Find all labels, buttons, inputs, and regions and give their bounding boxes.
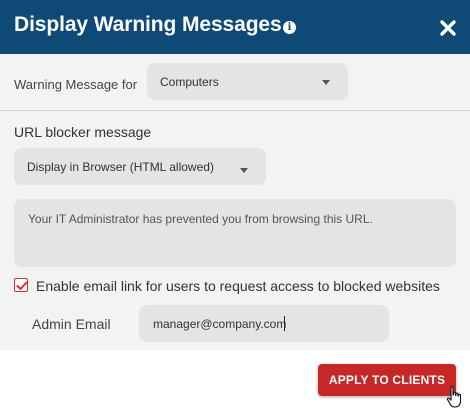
close-icon[interactable] — [438, 18, 458, 38]
dialog-header: Display Warning Messages i — [0, 0, 470, 54]
email-link-checkbox[interactable] — [14, 278, 28, 292]
admin-email-label: Admin Email — [32, 316, 111, 332]
dialog-footer: APPLY TO CLIENTS — [0, 350, 470, 411]
dialog-body: Warning Message for Computers URL blocke… — [0, 54, 470, 350]
text-caret — [284, 316, 285, 331]
chevron-down-icon — [240, 168, 248, 173]
warning-target-label: Warning Message for — [14, 77, 138, 92]
section-divider — [0, 110, 470, 111]
url-blocker-section-title: URL blocker message — [14, 124, 152, 140]
admin-email-input[interactable]: manager@company.com — [139, 305, 389, 342]
info-icon[interactable]: i — [283, 21, 296, 34]
apply-to-clients-button[interactable]: APPLY TO CLIENTS — [318, 364, 456, 396]
chevron-down-icon — [322, 80, 330, 85]
warning-target-value: Computers — [160, 75, 219, 89]
checkmark-icon — [16, 281, 28, 290]
display-mode-select[interactable]: Display in Browser (HTML allowed) — [14, 148, 266, 185]
admin-email-value: manager@company.com — [153, 317, 287, 331]
url-blocker-message-textarea[interactable]: Your IT Administrator has prevented you … — [14, 199, 456, 267]
email-link-checkbox-label[interactable]: Enable email link for users to request a… — [36, 278, 440, 294]
display-mode-value: Display in Browser (HTML allowed) — [27, 160, 214, 174]
hand-pointer-cursor-icon — [446, 386, 462, 408]
display-warning-messages-dialog: Display Warning Messages i Warning Messa… — [0, 0, 470, 411]
dialog-title: Display Warning Messages — [14, 13, 282, 36]
warning-target-select[interactable]: Computers — [147, 63, 348, 100]
